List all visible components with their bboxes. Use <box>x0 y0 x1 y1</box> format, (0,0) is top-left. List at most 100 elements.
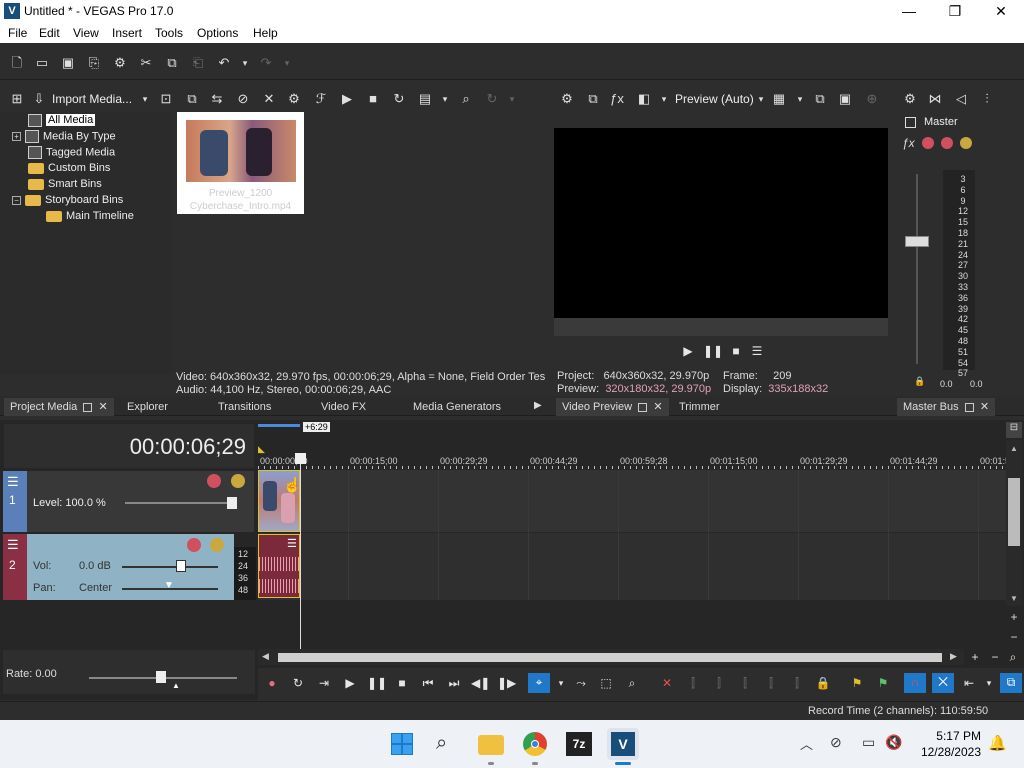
track2-mute-icon[interactable] <box>187 538 201 552</box>
refresh-dropdown-icon[interactable]: ▾ <box>503 90 521 108</box>
refresh-icon[interactable]: ↻ <box>483 90 501 108</box>
tabs-scroll-right-icon[interactable]: ▶ <box>534 400 542 418</box>
master-automation-icon[interactable] <box>922 137 934 149</box>
timeline-options-icon[interactable]: ⊟ <box>1006 422 1022 438</box>
views-icon[interactable]: ▤ <box>416 90 434 108</box>
tab-trimmer[interactable]: Trimmer <box>679 401 720 419</box>
loop-playback-icon[interactable]: ↻ <box>289 674 307 692</box>
video-fx-icon[interactable]: ƒx <box>608 90 626 108</box>
volume-muted-icon[interactable]: 🔇 <box>885 734 902 751</box>
media-properties-icon[interactable]: ⚙ <box>285 90 303 108</box>
tab-explorer[interactable]: Explorer <box>127 401 168 419</box>
selection-tool-icon[interactable]: ⬚ <box>597 674 615 692</box>
lock-cursor-icon[interactable]: ⧉ <box>1000 673 1022 693</box>
vegas-taskbar-icon[interactable]: V <box>611 732 635 756</box>
go-to-start-icon[interactable]: ⏮ <box>419 674 437 692</box>
media-thumbnail[interactable]: Preview_1200 Cyberchase_Intro.mp4 <box>177 112 304 214</box>
replace-icon[interactable]: ⇆ <box>208 90 226 108</box>
get-media-icon[interactable]: ⧉ <box>183 90 201 108</box>
track1-level-slider[interactable] <box>125 502 235 504</box>
play-preview-icon[interactable]: ▶ <box>338 90 356 108</box>
trim-end-icon[interactable]: ⫿ <box>736 674 754 692</box>
capture-icon[interactable]: ⊡ <box>157 90 175 108</box>
pause-icon[interactable]: ❚❚ <box>367 674 387 692</box>
normal-edit-tool-icon[interactable]: ⌖ <box>528 673 550 693</box>
tab-master-bus[interactable]: Master Bus ✕ <box>897 398 996 416</box>
file-explorer-icon[interactable] <box>478 735 504 755</box>
open-folder-icon[interactable]: ▭ <box>33 54 51 72</box>
menu-file[interactable]: File <box>8 26 27 40</box>
master-fader-handle[interactable] <box>905 236 929 247</box>
close-button[interactable]: ✕ <box>978 0 1024 23</box>
tree-media-by-type[interactable]: + Media By Type <box>12 130 116 143</box>
taskbar-date[interactable]: 12/28/2023 <box>915 745 981 759</box>
rate-handle[interactable] <box>156 671 166 683</box>
track2-vol-handle[interactable] <box>176 560 186 572</box>
external-monitor-icon[interactable]: ⧉ <box>584 90 602 108</box>
master-checkbox[interactable] <box>905 117 916 128</box>
preview-quality-dropdown-icon[interactable]: ▾ <box>752 90 770 108</box>
play-icon[interactable]: ▶ <box>341 674 359 692</box>
track2-solo-icon[interactable] <box>210 538 224 552</box>
record-icon[interactable]: ● <box>263 674 281 692</box>
import-dropdown-icon[interactable]: ▾ <box>136 90 154 108</box>
horizontal-scrollbar[interactable]: ◀ ▶ <box>258 649 964 665</box>
lock-icon[interactable]: 🔒 <box>914 376 925 387</box>
search-icon[interactable]: ⌕ <box>457 90 475 108</box>
tree-main-timeline[interactable]: Main Timeline <box>46 210 134 222</box>
auto-preview-icon[interactable]: ↻ <box>390 90 408 108</box>
zoom-out-horizontal-icon[interactable]: − <box>986 648 1004 666</box>
ripple-dropdown-icon[interactable]: ▾ <box>980 674 998 692</box>
track2-menu-icon[interactable]: ☰ <box>7 537 19 553</box>
menu-insert[interactable]: Insert <box>112 26 142 40</box>
track2-lane[interactable] <box>258 533 1006 600</box>
zoom-in-horizontal-icon[interactable]: + <box>966 648 984 666</box>
master-mute-icon[interactable] <box>941 137 953 149</box>
delete-icon[interactable]: ✕ <box>260 90 278 108</box>
tab-video-fx[interactable]: Video FX <box>321 401 366 419</box>
next-frame-icon[interactable]: ❚▶ <box>497 674 516 692</box>
new-file-icon[interactable]: 🗋 <box>8 54 26 72</box>
preview-stop-button[interactable]: ■ <box>727 342 745 360</box>
cut-icon[interactable]: ✂ <box>137 54 155 72</box>
undo-icon[interactable]: ↶ <box>215 54 233 72</box>
tree-tagged-media[interactable]: Tagged Media <box>28 146 115 159</box>
show-hidden-icons-icon[interactable]: ︿ <box>800 734 813 753</box>
maximize-button[interactable]: ❐ <box>932 0 978 23</box>
zoom-edit-tool-icon[interactable]: ⌕ <box>623 674 641 692</box>
properties-gear-icon[interactable]: ⚙ <box>111 54 129 72</box>
playhead-handle[interactable] <box>295 453 306 464</box>
zoom-out-vertical-icon[interactable]: − <box>1006 630 1022 646</box>
vertical-scroll-thumb[interactable] <box>1008 478 1020 546</box>
zoom-tool-icon[interactable]: ⌕ <box>1004 648 1022 666</box>
overlays-grid-icon[interactable]: ▦ <box>770 90 788 108</box>
track2-vol-slider[interactable] <box>122 566 218 568</box>
7zip-icon[interactable]: 7z <box>566 732 592 756</box>
overlays-dropdown-icon[interactable]: ▾ <box>791 90 809 108</box>
tree-custom-bins[interactable]: Custom Bins <box>28 162 110 174</box>
scroll-left-icon[interactable]: ◀ <box>262 651 269 662</box>
preview-scrub-bar[interactable] <box>554 318 888 336</box>
views-dropdown-icon[interactable]: ▾ <box>436 90 454 108</box>
minimize-button[interactable]: — <box>886 0 932 23</box>
loop-region-bar[interactable] <box>258 424 300 427</box>
redo-dropdown-icon[interactable]: ▾ <box>278 54 296 72</box>
save-icon[interactable]: ▣ <box>59 54 77 72</box>
delete-tool-icon[interactable]: ✕ <box>658 674 676 692</box>
dim-output-icon[interactable]: ◁ <box>952 90 970 108</box>
tree-smart-bins[interactable]: Smart Bins <box>28 178 102 190</box>
undo-dropdown-icon[interactable]: ▾ <box>236 54 254 72</box>
menu-edit[interactable]: Edit <box>39 26 60 40</box>
master-fx-icon[interactable]: ƒx <box>902 136 915 150</box>
track1-mute-icon[interactable] <box>207 474 221 488</box>
track1-lane[interactable] <box>258 470 1006 532</box>
stop-preview-icon[interactable]: ■ <box>364 90 382 108</box>
media-fx-icon[interactable]: ℱ <box>312 90 330 108</box>
insert-marker-icon[interactable]: ⚑ <box>848 674 866 692</box>
save-as-icon[interactable]: ⎘ <box>85 54 103 72</box>
track1-menu-icon[interactable]: ☰ <box>7 474 19 490</box>
insert-region-icon[interactable]: ⚑ <box>874 674 892 692</box>
search-icon[interactable]: ⌕ <box>436 732 447 755</box>
remove-unused-icon[interactable]: ⊘ <box>234 90 252 108</box>
redo-icon[interactable]: ↷ <box>257 54 275 72</box>
